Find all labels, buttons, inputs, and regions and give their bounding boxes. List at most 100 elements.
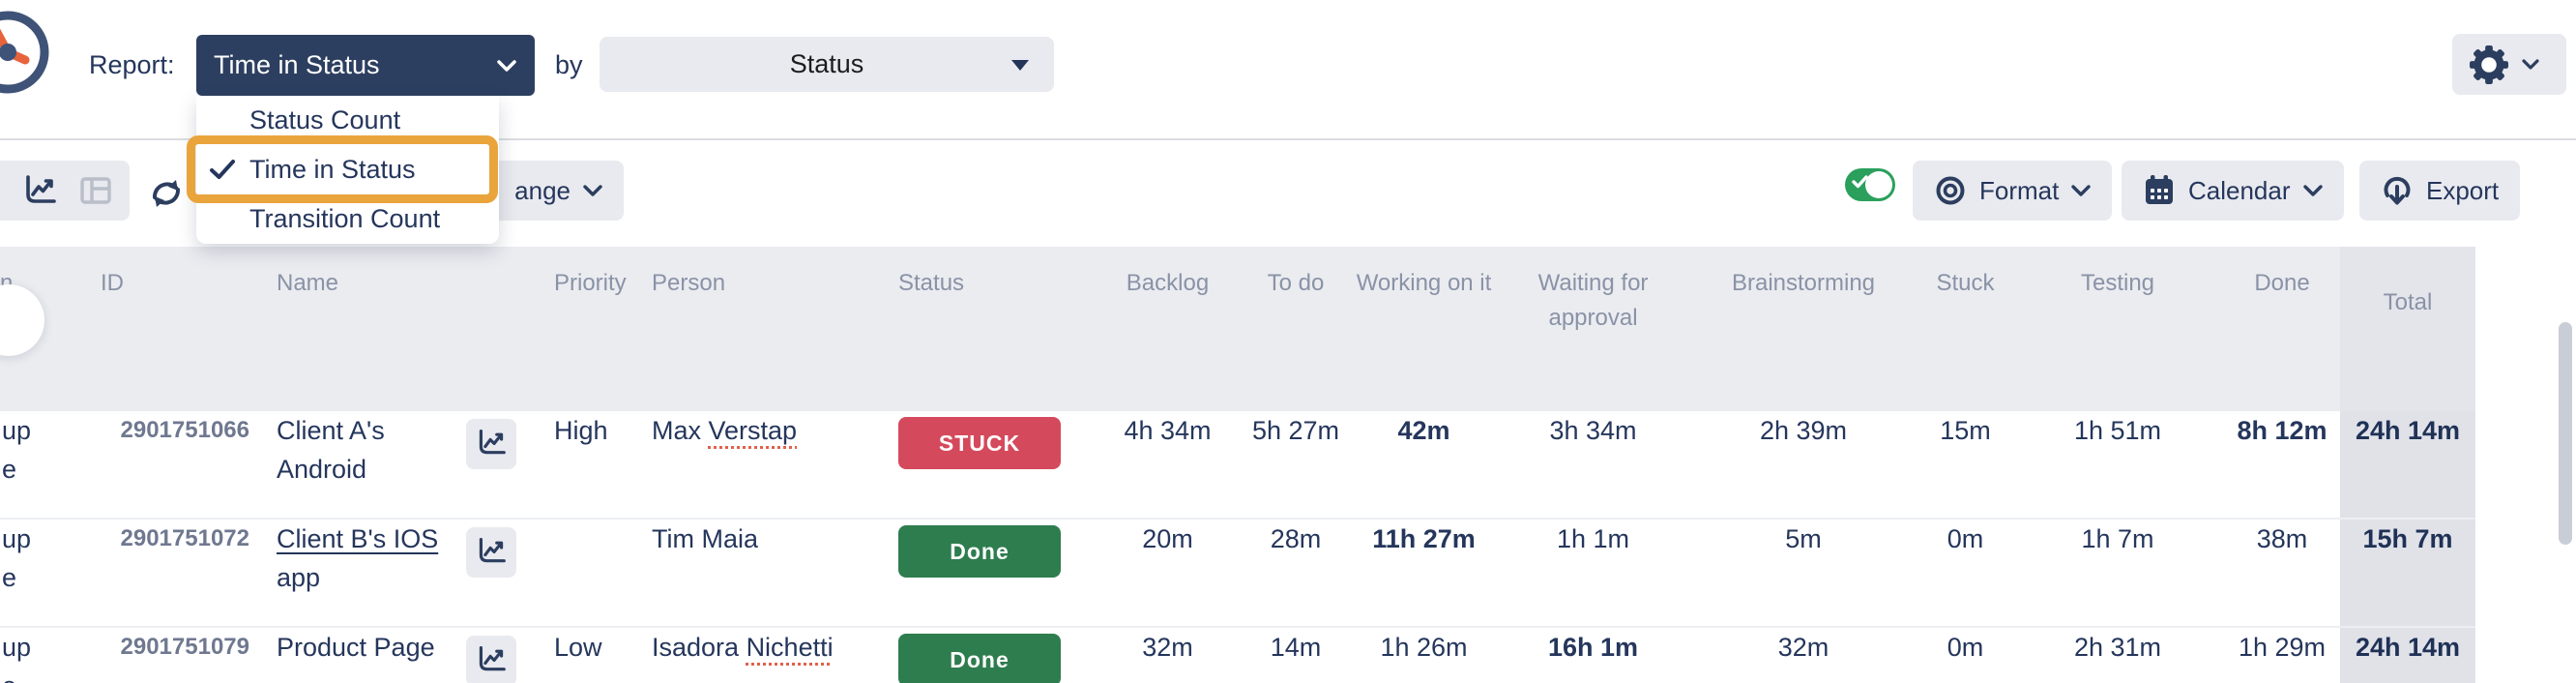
- line-chart-icon: [477, 429, 506, 458]
- chevron-down-icon: [2522, 59, 2539, 71]
- chevron-down-icon: [583, 185, 602, 197]
- priority: Low: [527, 627, 638, 683]
- clipped-cell: upe: [0, 627, 39, 683]
- report-type-value: Time in Status: [214, 50, 496, 80]
- chart-cell: [454, 411, 527, 519]
- table-row: upe 2901751066 Client A's Android: [0, 411, 2475, 519]
- col-working-on-it[interactable]: Working on it: [1349, 247, 1499, 411]
- issue-id: 2901751066: [39, 411, 261, 519]
- time-backlog: 32m: [1093, 627, 1243, 683]
- issue-name[interactable]: Client A's Android: [261, 411, 454, 519]
- time-working-on-it: 1h 26m: [1349, 627, 1499, 683]
- person: Tim Maia: [638, 519, 875, 627]
- table-header-row: n ID Name Priority Person Status Backlog…: [0, 247, 2475, 411]
- col-backlog[interactable]: Backlog: [1093, 247, 1243, 411]
- menu-item-status-count[interactable]: Status Count: [196, 96, 499, 145]
- issue-id: 2901751079: [39, 627, 261, 683]
- col-status[interactable]: Status: [875, 247, 1093, 411]
- issue-name[interactable]: Client B's IOS app: [261, 519, 454, 627]
- board-view-icon[interactable]: [79, 175, 112, 206]
- time-done: 1h 29m: [2224, 627, 2340, 683]
- status-cell: Done: [875, 519, 1093, 627]
- issue-id: 2901751072: [39, 519, 261, 627]
- format-target-icon: [1934, 174, 1967, 207]
- report-type-dropdown[interactable]: Time in Status: [196, 35, 535, 96]
- refresh-icon[interactable]: [147, 174, 186, 213]
- col-name[interactable]: Name: [261, 247, 454, 411]
- auto-refresh-toggle[interactable]: [1845, 168, 1895, 201]
- time-stuck: 0m: [1919, 519, 2011, 627]
- format-label: Format: [1979, 176, 2059, 206]
- time-in-status-report-app: Report: Time in Status by Status: [0, 0, 2576, 683]
- time-testing: 2h 31m: [2011, 627, 2224, 683]
- export-button[interactable]: Export: [2359, 161, 2520, 221]
- priority: High: [527, 411, 638, 519]
- line-chart-icon: [477, 537, 506, 566]
- table-row: upe 2901751072 Client B's IOS app: [0, 519, 2475, 627]
- status-badge[interactable]: STUCK: [898, 417, 1061, 469]
- time-stuck: 15m: [1919, 411, 2011, 519]
- status-cell: STUCK: [875, 411, 1093, 519]
- toggle-knob: [1865, 171, 1892, 198]
- calendar-icon: [2143, 174, 2176, 207]
- menu-item-transition-count[interactable]: Transition Count: [196, 194, 499, 244]
- chevron-down-icon: [496, 59, 517, 73]
- time-in-status-table: n ID Name Priority Person Status Backlog…: [0, 247, 2475, 683]
- format-button[interactable]: Format: [1913, 161, 2112, 221]
- time-testing: 1h 51m: [2011, 411, 2224, 519]
- col-stuck[interactable]: Stuck: [1919, 247, 2011, 411]
- priority: [527, 519, 638, 627]
- report-type-menu: Status Count Time in Status Transition C…: [196, 96, 499, 244]
- col-done[interactable]: Done: [2224, 247, 2340, 411]
- check-icon: [209, 158, 236, 181]
- time-todo: 28m: [1243, 519, 1349, 627]
- export-label: Export: [2426, 176, 2499, 206]
- time-todo: 5h 27m: [1243, 411, 1349, 519]
- issue-name[interactable]: Product Page: [261, 627, 454, 683]
- time-backlog: 20m: [1093, 519, 1243, 627]
- col-total[interactable]: Total: [2340, 247, 2475, 411]
- col-testing[interactable]: Testing: [2011, 247, 2224, 411]
- col-todo[interactable]: To do: [1243, 247, 1349, 411]
- status-badge[interactable]: Done: [898, 634, 1061, 683]
- time-brainstorming: 2h 39m: [1687, 411, 1919, 519]
- clipped-cell: upe: [0, 519, 39, 627]
- menu-item-time-in-status[interactable]: Time in Status: [196, 145, 499, 194]
- time-testing: 1h 7m: [2011, 519, 2224, 627]
- line-chart-view-icon[interactable]: [23, 175, 56, 206]
- by-field-value: Status: [790, 49, 864, 79]
- time-waiting-for-approval: 3h 34m: [1499, 411, 1687, 519]
- open-chart-button[interactable]: [466, 419, 516, 469]
- chevron-down-icon: [2071, 185, 2091, 197]
- person: Max Verstap: [638, 411, 875, 519]
- view-switcher: [0, 161, 130, 221]
- col-priority[interactable]: Priority: [527, 247, 638, 411]
- clock-logo-icon: [0, 6, 56, 103]
- col-waiting-for-approval[interactable]: Waiting for approval: [1499, 247, 1687, 411]
- time-stuck: 0m: [1919, 627, 2011, 683]
- time-brainstorming: 5m: [1687, 519, 1919, 627]
- open-chart-button[interactable]: [466, 636, 516, 683]
- time-waiting-for-approval: 1h 1m: [1499, 519, 1687, 627]
- settings-button[interactable]: [2452, 34, 2566, 95]
- by-field-dropdown[interactable]: Status: [600, 37, 1054, 92]
- vertical-scrollbar-thumb[interactable]: [2559, 322, 2572, 545]
- table-row: upe 2901751079 Product Page: [0, 627, 2475, 683]
- open-chart-button[interactable]: [466, 527, 516, 578]
- status-cell: Done: [875, 627, 1093, 683]
- col-chart: [454, 247, 527, 411]
- report-label: Report:: [89, 35, 175, 96]
- time-waiting-for-approval: 16h 1m: [1499, 627, 1687, 683]
- time-done: 38m: [2224, 519, 2340, 627]
- status-badge[interactable]: Done: [898, 525, 1061, 578]
- calendar-button[interactable]: Calendar: [2122, 161, 2344, 221]
- col-id[interactable]: ID: [39, 247, 261, 411]
- total-time: 15h 7m: [2340, 519, 2475, 627]
- person: Isadora Nichetti: [638, 627, 875, 683]
- col-person[interactable]: Person: [638, 247, 875, 411]
- total-time: 24h 14m: [2340, 411, 2475, 519]
- time-backlog: 4h 34m: [1093, 411, 1243, 519]
- time-todo: 14m: [1243, 627, 1349, 683]
- col-brainstorming[interactable]: Brainstorming: [1687, 247, 1919, 411]
- date-range-label-fragment: ange: [514, 176, 571, 206]
